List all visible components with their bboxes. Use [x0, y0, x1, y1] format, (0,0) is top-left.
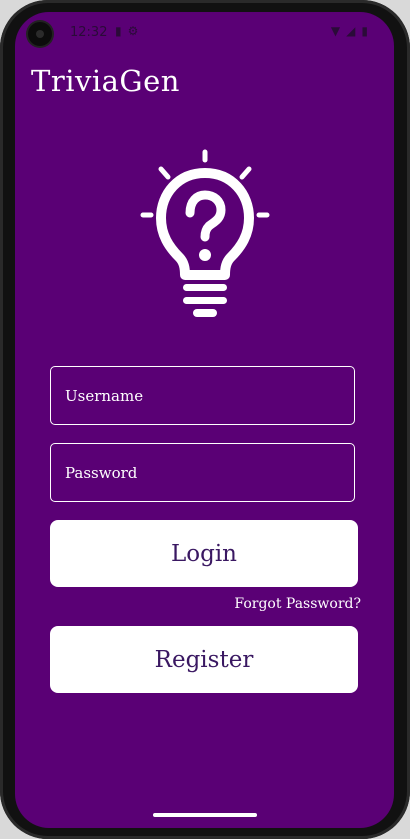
- username-field[interactable]: [50, 366, 355, 425]
- app-title: TriviaGen: [31, 64, 180, 98]
- front-camera: [28, 22, 52, 46]
- password-field[interactable]: [50, 443, 355, 502]
- lightbulb-question-icon: [140, 149, 270, 317]
- password-input[interactable]: [51, 444, 354, 501]
- sd-card-icon: ▮: [115, 24, 122, 38]
- app-screen: 12:32 ▮ ⚙ ▼ ◢ ▮ TriviaGen Username Login…: [15, 12, 394, 828]
- phone-frame: 12:32 ▮ ⚙ ▼ ◢ ▮ TriviaGen Username Login…: [0, 0, 410, 839]
- wifi-icon: ▼: [330, 24, 341, 38]
- signal-icon: ◢: [346, 24, 356, 38]
- forgot-password-link[interactable]: Forgot Password?: [234, 596, 361, 612]
- login-button[interactable]: Login: [50, 520, 358, 587]
- home-indicator[interactable]: [153, 813, 257, 817]
- battery-icon: ▮: [361, 24, 368, 38]
- username-input[interactable]: [51, 367, 354, 424]
- status-left-icons: ▮ ⚙: [115, 24, 138, 38]
- register-button[interactable]: Register: [50, 626, 358, 693]
- status-right-icons: ▼ ◢ ▮: [331, 24, 368, 38]
- settings-icon: ⚙: [127, 24, 139, 38]
- status-time: 12:32: [70, 25, 108, 40]
